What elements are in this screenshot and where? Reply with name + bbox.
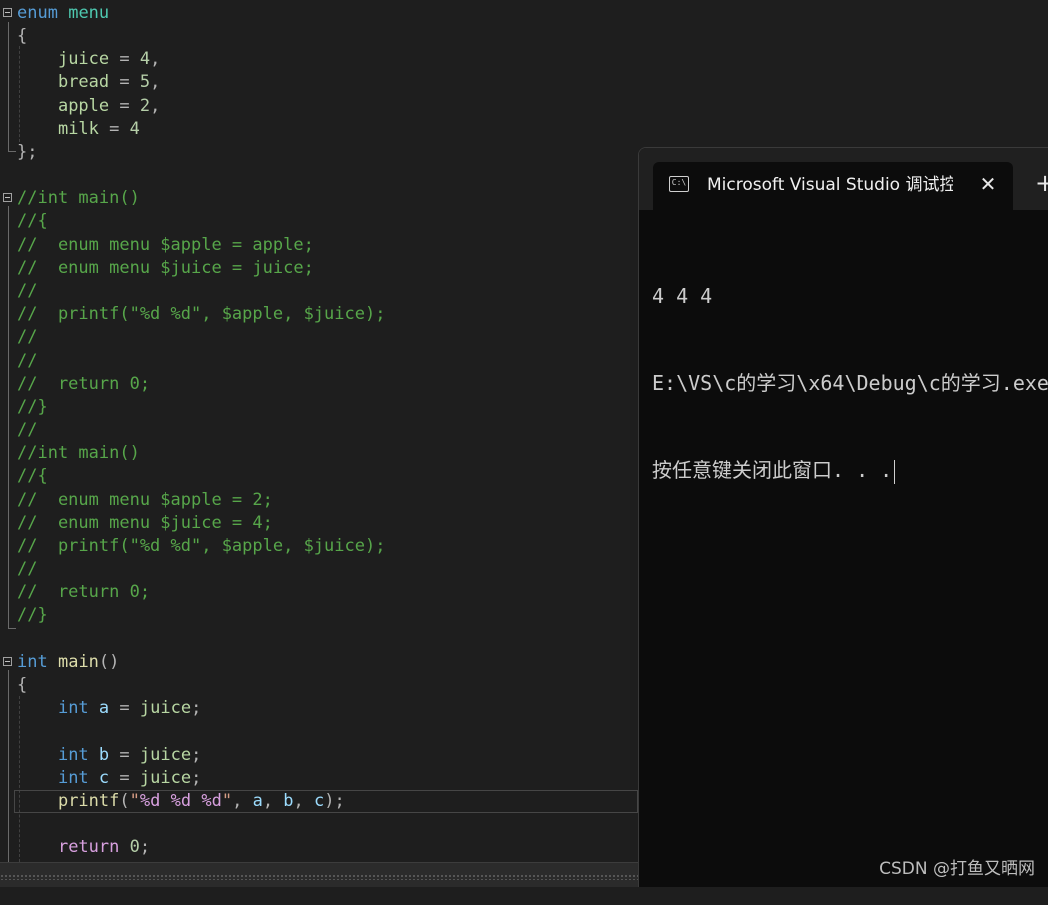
separator: ,	[150, 96, 161, 116]
brace: };	[17, 142, 38, 162]
enum-member: juice	[139, 698, 192, 718]
enum-member: juice	[139, 745, 192, 765]
string: "	[221, 791, 233, 811]
enum-member: apple	[57, 96, 110, 116]
code-line[interactable]: enum menu	[0, 2, 109, 25]
new-tab-icon[interactable]: +	[1035, 170, 1048, 196]
variable: c	[98, 768, 110, 788]
function-call: printf	[57, 791, 120, 811]
keyword: return	[57, 837, 120, 857]
watermark: CSDN @打鱼又晒网	[879, 859, 1035, 879]
variable: c	[314, 791, 325, 811]
separator: ,	[150, 49, 161, 69]
code-line[interactable]: milk = 4	[0, 118, 140, 141]
format-specifier: %d	[139, 791, 161, 811]
format-specifier: %d	[201, 791, 222, 811]
code-line[interactable]: return 0;	[0, 836, 150, 859]
variable: a	[98, 698, 110, 718]
code-line[interactable]: int b = juice;	[0, 744, 201, 767]
brace: {	[17, 675, 28, 695]
number: 4	[129, 119, 140, 139]
keyword: int	[57, 768, 89, 788]
code-line[interactable]: apple = 2,	[0, 95, 160, 118]
output-line: 按任意键关闭此窗口. . .	[652, 456, 1048, 485]
number: 4	[139, 49, 151, 69]
horizontal-scrollbar[interactable]	[0, 862, 640, 887]
console-icon: C:\	[669, 176, 689, 192]
scrollbar-track	[0, 874, 640, 880]
fold-rail-end	[8, 628, 16, 629]
output-line: 4 4 4	[652, 284, 713, 308]
code-line[interactable]: int main()	[0, 651, 119, 674]
string: "	[129, 791, 140, 811]
variable: b	[98, 745, 110, 765]
code-line[interactable]: int a = juice;	[0, 697, 201, 720]
tab-title: Microsoft Visual Studio 调试控制台	[707, 175, 953, 195]
function-name: main	[57, 652, 99, 672]
number: 2	[139, 96, 151, 116]
brace: {	[17, 26, 28, 46]
comment-line[interactable]: //int main()	[0, 187, 140, 210]
console-output[interactable]: 4 4 4 E:\VS\c的学习\x64\Debug\c的学习.exe 按任意键…	[652, 224, 1048, 543]
keyword: int	[17, 652, 48, 672]
collapse-toggle-icon[interactable]	[3, 657, 12, 666]
parens: ()	[98, 652, 120, 672]
debug-console-window[interactable]: C:\ Microsoft Visual Studio 调试控制台 ✕ + 4 …	[638, 147, 1048, 887]
enum-member: juice	[139, 768, 192, 788]
keyword: int	[57, 745, 89, 765]
separator: ,	[150, 72, 161, 92]
type-name: menu	[68, 3, 110, 23]
title-bar[interactable]: C:\ Microsoft Visual Studio 调试控制台 ✕ +	[639, 148, 1048, 210]
code-line[interactable]: juice = 4,	[0, 48, 160, 71]
format-specifier: %d	[170, 791, 192, 811]
enum-member: bread	[57, 72, 110, 92]
code-line[interactable]: bread = 5,	[0, 71, 160, 94]
code-line-current[interactable]: printf("%d %d %d", a, b, c);	[0, 790, 345, 813]
code-line[interactable]: {	[0, 25, 41, 48]
number: 5	[139, 72, 151, 92]
keyword: enum	[17, 3, 58, 23]
enum-member: milk	[57, 119, 99, 139]
variable: b	[283, 791, 294, 811]
code-line[interactable]: };	[0, 141, 41, 164]
close-icon[interactable]: ✕	[976, 172, 1000, 196]
collapse-toggle-icon[interactable]	[3, 8, 12, 17]
text-cursor	[894, 459, 896, 484]
prompt-text: 按任意键关闭此窗口. . .	[652, 458, 893, 482]
code-line[interactable]: int c = juice;	[0, 767, 201, 790]
code-line[interactable]: {	[0, 674, 41, 697]
number: 0	[129, 837, 140, 857]
enum-member: juice	[57, 49, 110, 69]
collapse-toggle-icon[interactable]	[3, 193, 12, 202]
keyword: int	[57, 698, 89, 718]
console-tab[interactable]: C:\ Microsoft Visual Studio 调试控制台 ✕	[653, 162, 1013, 210]
output-line: E:\VS\c的学习\x64\Debug\c的学习.exe	[652, 371, 1048, 395]
variable: a	[252, 791, 263, 811]
